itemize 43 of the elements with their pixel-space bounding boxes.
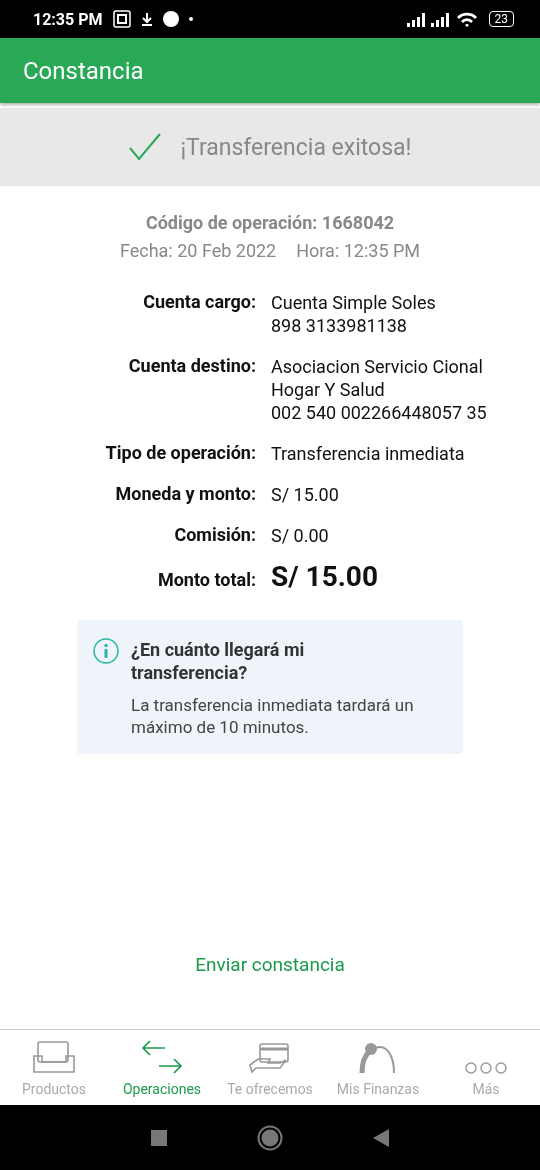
- detail-label: Tipo de operación:: [104, 442, 256, 465]
- back-icon[interactable]: [373, 1128, 389, 1147]
- hand-card-icon: [248, 1043, 292, 1075]
- detail-label: Cuenta destino:: [127, 355, 256, 378]
- download-icon: [140, 12, 153, 26]
- send-receipt-link[interactable]: Enviar constancia: [189, 952, 351, 977]
- operation-code: Código de operación: 1668042: [145, 212, 395, 233]
- arrows-icon: [140, 1039, 184, 1075]
- more-icon: [464, 1061, 508, 1075]
- info-title: ¿En cuánto llegará mi transferencia?: [131, 638, 306, 684]
- operation-time: Hora: 12:35 PM: [296, 240, 421, 261]
- detail-value: S/ 15.00: [271, 483, 340, 506]
- detail-value: Transferencia inmediata: [271, 442, 466, 465]
- tray-icon: [32, 1041, 76, 1075]
- detail-value: Asociacion Servicio Cional: [271, 355, 484, 378]
- detail-value: 002 540 002266448057 35: [271, 401, 488, 424]
- info-body: La transferencia inmediata tardará un máximo de 10 minutos.: [131, 694, 415, 738]
- home-icon[interactable]: [257, 1124, 283, 1151]
- info-icon: [93, 638, 119, 664]
- battery-indicator: 23: [488, 11, 514, 27]
- detail-value: S/ 15.00: [271, 565, 379, 588]
- detail-label: Monto total:: [156, 569, 256, 590]
- dot-icon: [188, 17, 193, 21]
- detail-value: S/ 0.00: [271, 524, 330, 547]
- screenshot-icon: [112, 10, 131, 28]
- recents-icon[interactable]: [151, 1129, 167, 1146]
- detail-value: Hogar Y Salud: [271, 378, 386, 401]
- success-message: ¡Transferencia exitosa!: [180, 133, 412, 161]
- nav-tab[interactable]: Te ofrecemos: [216, 1030, 324, 1105]
- notification-dot-icon: [162, 11, 179, 27]
- checkmark-icon: [128, 132, 163, 162]
- nav-tab[interactable]: Operaciones: [108, 1030, 216, 1105]
- nav-tab[interactable]: Productos: [0, 1030, 108, 1105]
- detail-label: Comisión:: [173, 524, 256, 547]
- detail-value: Cuenta Simple Soles: [271, 291, 437, 314]
- detail-label: Cuenta cargo:: [142, 291, 256, 314]
- nav-tab[interactable]: Mis Finanzas: [324, 1030, 432, 1105]
- detail-label: Moneda y monto:: [114, 483, 256, 506]
- screen-title: Constancia: [23, 56, 144, 85]
- detail-value: 898 3133981138: [271, 314, 408, 337]
- status-time: 12:35 PM: [33, 9, 103, 29]
- operation-date: Fecha: 20 Feb 2022: [119, 240, 277, 261]
- nav-tab[interactable]: Más: [432, 1030, 540, 1105]
